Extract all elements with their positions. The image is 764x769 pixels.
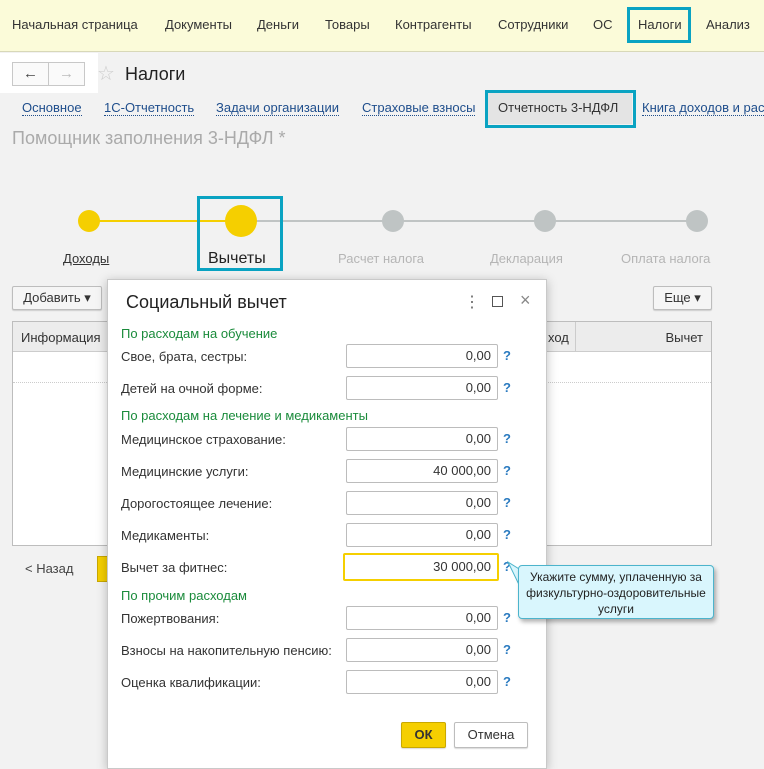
highlight-step: [197, 196, 283, 271]
label-fitness: Вычет за фитнес:: [121, 560, 228, 575]
add-button[interactable]: Добавить ▾: [12, 286, 102, 310]
qualification-input[interactable]: 0,00: [346, 670, 498, 694]
dialog-title: Социальный вычет: [126, 292, 287, 312]
more-options-icon[interactable]: ⋮: [464, 292, 480, 312]
menu-goods[interactable]: Товары: [325, 17, 370, 32]
highlight-taxes: [627, 7, 691, 43]
label-own: Свое, брата, сестры:: [121, 349, 248, 364]
own-education-input[interactable]: 0,00: [346, 344, 498, 368]
help-icon[interactable]: ?: [503, 610, 511, 625]
col-info[interactable]: Информация: [21, 330, 101, 345]
help-icon[interactable]: ?: [503, 463, 511, 478]
menu-os[interactable]: ОС: [593, 17, 613, 32]
help-icon[interactable]: ?: [503, 642, 511, 657]
label-pension: Взносы на накопительную пенсию:: [121, 643, 332, 658]
label-expensive: Дорогостоящее лечение:: [121, 496, 273, 511]
form-title: Помощник заполнения 3-НДФЛ *: [12, 128, 286, 148]
step-declaration: Декларация: [490, 251, 563, 266]
star-icon[interactable]: ☆: [97, 61, 115, 86]
col-deduction[interactable]: Вычет: [665, 330, 703, 345]
tab-insurance[interactable]: Страховые взносы: [362, 100, 476, 116]
help-icon[interactable]: ?: [503, 527, 511, 542]
step-income[interactable]: Доходы: [63, 251, 109, 266]
med-services-input[interactable]: 40 000,00: [346, 459, 498, 483]
more-button[interactable]: Еще ▾: [653, 286, 712, 310]
menu-home[interactable]: Начальная страница: [12, 17, 138, 32]
section-medical: По расходам на лечение и медикаменты: [121, 408, 368, 423]
label-med-insurance: Медицинское страхование:: [121, 432, 286, 447]
menu-contractors[interactable]: Контрагенты: [395, 17, 472, 32]
add-label: Добавить: [23, 290, 81, 305]
highlight-tab: [485, 90, 636, 128]
step-dot-tax: [382, 210, 404, 232]
ok-button[interactable]: ОК: [401, 722, 446, 748]
progress-line-pending: [241, 220, 697, 222]
help-icon[interactable]: ?: [503, 431, 511, 446]
tab-1c-reporting[interactable]: 1С-Отчетность: [104, 100, 195, 116]
step-dot-income[interactable]: [78, 210, 100, 232]
label-donations: Пожертвования:: [121, 611, 220, 626]
menu-money[interactable]: Деньги: [257, 17, 299, 32]
medicines-input[interactable]: 0,00: [346, 523, 498, 547]
step-tax: Расчет налога: [338, 251, 425, 266]
back-arrow-button[interactable]: ←: [12, 62, 49, 86]
close-icon[interactable]: ×: [520, 290, 531, 311]
page-title: Налоги: [125, 64, 186, 84]
tooltip: Укажите сумму, уплаченную за физкультурн…: [518, 565, 714, 619]
menu-analysis[interactable]: Анализ: [706, 17, 750, 32]
help-icon[interactable]: ?: [503, 380, 511, 395]
label-medicines: Медикаменты:: [121, 528, 210, 543]
label-qualification: Оценка квалификации:: [121, 675, 261, 690]
col-divider: [575, 322, 576, 352]
help-icon[interactable]: ?: [503, 495, 511, 510]
more-label: Еще: [664, 290, 691, 305]
tab-income-book[interactable]: Книга доходов и рас: [642, 100, 764, 116]
help-icon[interactable]: ?: [503, 674, 511, 689]
section-other: По прочим расходам: [121, 588, 247, 603]
menu-documents[interactable]: Документы: [165, 17, 232, 32]
med-insurance-input[interactable]: 0,00: [346, 427, 498, 451]
pension-input[interactable]: 0,00: [346, 638, 498, 662]
cancel-button[interactable]: Отмена: [454, 722, 528, 748]
label-med-services: Медицинские услуги:: [121, 464, 249, 479]
expensive-treatment-input[interactable]: 0,00: [346, 491, 498, 515]
section-education: По расходам на обучение: [121, 326, 278, 341]
donations-input[interactable]: 0,00: [346, 606, 498, 630]
menu-employees[interactable]: Сотрудники: [498, 17, 568, 32]
step-dot-payment: [686, 210, 708, 232]
col-income[interactable]: ход: [548, 330, 569, 345]
tab-main[interactable]: Основное: [22, 100, 82, 116]
maximize-icon[interactable]: [492, 296, 503, 307]
children-education-input[interactable]: 0,00: [346, 376, 498, 400]
fitness-input[interactable]: 30 000,00: [343, 553, 499, 581]
social-deduction-dialog: Социальный вычет ⋮ × По расходам на обуч…: [107, 279, 547, 769]
forward-arrow-button[interactable]: →: [48, 62, 85, 86]
back-link[interactable]: < Назад: [25, 561, 73, 576]
help-icon[interactable]: ?: [503, 348, 511, 363]
tab-org-tasks[interactable]: Задачи организации: [216, 100, 340, 116]
step-payment: Оплата налога: [621, 251, 711, 266]
step-dot-declaration: [534, 210, 556, 232]
label-children: Детей на очной форме:: [121, 381, 263, 396]
